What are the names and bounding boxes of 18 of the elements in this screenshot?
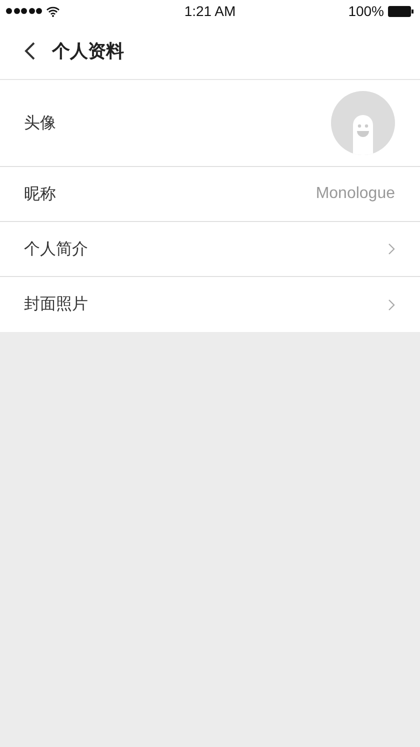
settings-row[interactable]: 个人简介 (0, 222, 420, 277)
signal-icon (6, 8, 42, 14)
settings-row[interactable]: 昵称 Monologue (0, 167, 420, 222)
settings-row[interactable]: 封面照片 (0, 277, 420, 332)
chevron-icon (388, 298, 395, 310)
battery-percent: 100% (348, 3, 384, 19)
page-title: 个人资料 (52, 40, 124, 62)
row-label: 个人简介 (24, 240, 88, 260)
back-icon[interactable] (24, 40, 36, 60)
row-value: Monologue (316, 185, 395, 203)
row-label: 封面照片 (24, 294, 88, 315)
battery-icon (388, 6, 414, 16)
settings-row[interactable]: 头像 (0, 80, 420, 167)
status-time: 1:21 AM (184, 3, 236, 19)
chevron-icon (388, 243, 395, 255)
wifi-icon (46, 6, 60, 16)
row-label: 昵称 (24, 184, 56, 204)
row-label: 头像 (24, 114, 56, 134)
